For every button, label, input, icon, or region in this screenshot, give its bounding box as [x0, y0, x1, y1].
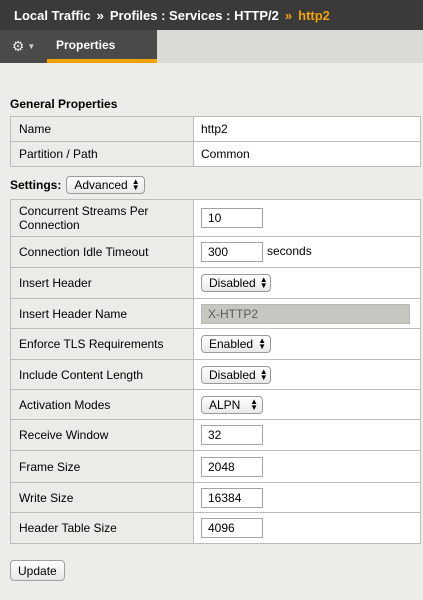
settings-table: Concurrent Streams Per Connection 10 Con…	[10, 199, 421, 544]
name-label: Name	[10, 116, 194, 142]
select-arrows-icon: ▲ ▼	[250, 396, 258, 412]
idle-timeout-unit: seconds	[267, 244, 312, 259]
frame-size-label: Frame Size	[10, 450, 194, 483]
write-size-label: Write Size	[10, 482, 194, 513]
breadcrumb-current: http2	[298, 7, 330, 23]
table-row: Insert Header Name X-HTTP2	[10, 298, 421, 329]
enforce-tls-label: Enforce TLS Requirements	[10, 328, 194, 360]
settings-line: Settings: Advanced ▲ ▼	[10, 176, 145, 194]
activation-modes-select[interactable]: ALPN ▲ ▼	[201, 395, 263, 414]
general-properties-table: Name http2 Partition / Path Common	[10, 116, 421, 167]
select-arrows-icon: ▲ ▼	[258, 336, 266, 351]
content-length-select[interactable]: Disabled ▲ ▼	[201, 365, 271, 384]
select-arrows-icon: ▲ ▼	[259, 275, 268, 290]
insert-header-name-label: Insert Header Name	[10, 298, 194, 329]
settings-label: Settings:	[10, 178, 62, 192]
chevron-down-icon: ▼	[27, 42, 36, 51]
breadcrumb-separator: »	[96, 7, 104, 23]
table-row: Activation Modes ALPN ▲ ▼	[10, 389, 421, 420]
header-table-size-input[interactable]: 4096	[201, 518, 263, 538]
insert-header-label: Insert Header	[10, 267, 194, 299]
name-value: http2	[193, 116, 421, 142]
concurrent-streams-label: Concurrent Streams Per Connection	[10, 199, 194, 237]
insert-header-value: Disabled	[209, 276, 256, 290]
table-row: Partition / Path Common	[10, 141, 421, 167]
partition-value: Common	[193, 141, 421, 167]
select-arrows-icon: ▲ ▼	[259, 366, 268, 382]
frame-size-input[interactable]: 2048	[201, 456, 263, 477]
content-area: General Properties Name http2 Partition …	[0, 63, 423, 600]
content-length-value: Disabled	[209, 367, 256, 382]
breadcrumb-separator: »	[284, 7, 293, 23]
tab-properties[interactable]: Properties	[47, 30, 157, 63]
idle-timeout-input[interactable]: 300	[201, 242, 263, 262]
content-length-label: Include Content Length	[10, 359, 194, 390]
insert-header-select[interactable]: Disabled ▲ ▼	[201, 274, 271, 292]
enforce-tls-select[interactable]: Enabled ▲ ▼	[201, 335, 271, 353]
table-row: Header Table Size 4096	[10, 512, 421, 544]
table-row: Name http2	[10, 116, 421, 142]
activation-modes-label: Activation Modes	[10, 389, 194, 420]
table-row: Concurrent Streams Per Connection 10	[10, 199, 421, 237]
table-row: Enforce TLS Requirements Enabled ▲ ▼	[10, 328, 421, 360]
update-button[interactable]: Update	[10, 560, 65, 581]
tab-bar: ⚙ ▼ Properties	[0, 30, 423, 63]
concurrent-streams-input[interactable]: 10	[201, 208, 263, 228]
breadcrumb-profiles-http2[interactable]: Profiles : Services : HTTP/2	[110, 8, 279, 23]
receive-window-input[interactable]: 32	[201, 425, 263, 445]
table-row: Connection Idle Timeout 300 seconds	[10, 236, 421, 268]
table-row: Include Content Length Disabled ▲ ▼	[10, 359, 421, 390]
header-table-size-label: Header Table Size	[10, 512, 194, 544]
table-row: Frame Size 2048	[10, 450, 421, 483]
table-row: Insert Header Disabled ▲ ▼	[10, 267, 421, 299]
write-size-input[interactable]: 16384	[201, 487, 263, 508]
settings-mode-select[interactable]: Advanced ▲ ▼	[66, 176, 145, 194]
table-row: Write Size 16384	[10, 482, 421, 513]
general-properties-title: General Properties	[10, 97, 118, 111]
partition-label: Partition / Path	[10, 141, 194, 167]
activation-modes-value: ALPN	[209, 397, 241, 412]
insert-header-name-input: X-HTTP2	[201, 303, 410, 324]
gear-icon: ⚙	[11, 38, 25, 54]
enforce-tls-value: Enabled	[209, 337, 254, 351]
breadcrumb-local-traffic[interactable]: Local Traffic	[14, 8, 91, 23]
gear-menu-button[interactable]: ⚙ ▼	[0, 30, 47, 63]
settings-mode-value: Advanced	[74, 178, 128, 192]
receive-window-label: Receive Window	[10, 419, 194, 451]
table-row: Receive Window 32	[10, 419, 421, 451]
idle-timeout-label: Connection Idle Timeout	[10, 236, 194, 268]
breadcrumb: Local Traffic » Profiles : Services : HT…	[0, 0, 423, 30]
select-arrows-icon: ▲ ▼	[131, 177, 140, 192]
